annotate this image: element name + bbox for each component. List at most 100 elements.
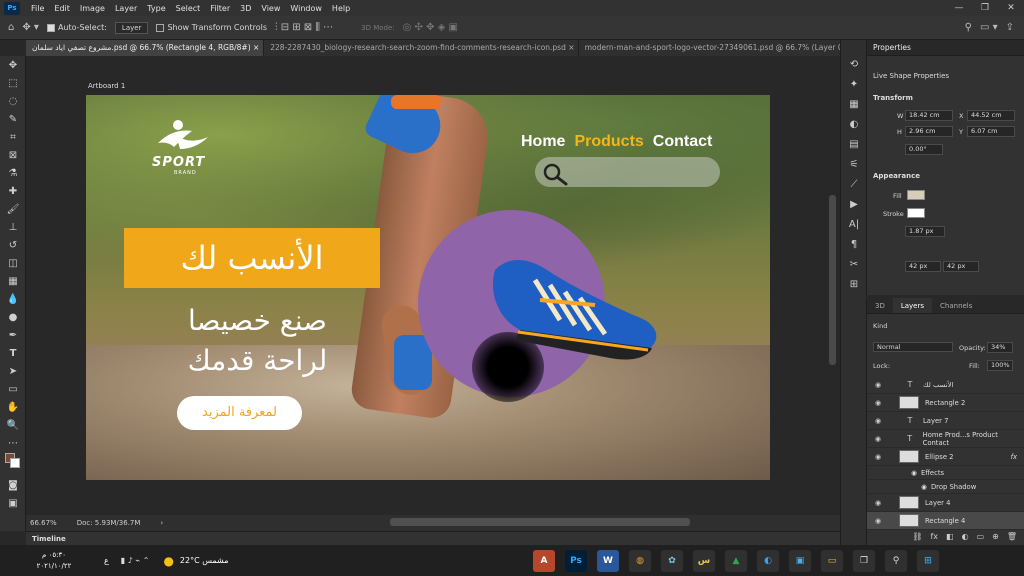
explorer-app-icon[interactable]: ▭ [821, 549, 843, 572]
transform-section[interactable]: Transform [867, 94, 913, 102]
paragraph-icon[interactable]: ¶ [841, 234, 867, 254]
type-tool-icon[interactable]: T [0, 344, 26, 362]
corner-radius-field-1[interactable]: 42 px [905, 261, 941, 272]
eyedropper-tool-icon[interactable]: ⚗ [0, 164, 26, 182]
home-icon[interactable]: ⌂ [8, 22, 14, 33]
crop-tool-icon[interactable]: ⌗ [0, 128, 26, 146]
group-icon[interactable]: ▭ [977, 532, 985, 545]
more-tools-icon[interactable]: ⋯ [0, 434, 26, 452]
horizontal-scrollbar[interactable] [390, 518, 690, 526]
character-icon[interactable]: A| [841, 214, 867, 234]
fx-menu-icon[interactable]: fx [930, 532, 938, 545]
maximize-button[interactable]: ❐ [972, 0, 998, 16]
clock[interactable]: ٠٥:٣٠ م ٢٠٢١/١٠/٢٢ [4, 550, 104, 572]
corner-radius-field-2[interactable]: 42 px [943, 261, 979, 272]
status-arrow-icon[interactable]: › [160, 519, 163, 527]
properties-title[interactable]: Properties [867, 40, 1024, 56]
edge-app-icon[interactable]: ◐ [757, 549, 779, 572]
nav-home[interactable]: Home [521, 133, 565, 151]
tab-document-3[interactable]: modern-man-and-sport-logo-vector-2734906… [578, 40, 864, 56]
stamp-tool-icon[interactable]: ⊥ [0, 218, 26, 236]
pen-tool-icon[interactable]: ✒ [0, 326, 26, 344]
opacity-field[interactable]: 34% [987, 342, 1013, 353]
doc-size[interactable]: Doc: 5.93M/36.7M [77, 519, 141, 527]
adjustment-icon[interactable]: ◐ [962, 532, 969, 545]
width-field[interactable]: 18.42 cm [905, 110, 953, 121]
menu-select[interactable]: Select [171, 4, 206, 13]
magnifier-icon[interactable] [540, 158, 570, 188]
lang-indicator[interactable]: ع [104, 556, 109, 565]
y-field[interactable]: 6.07 cm [967, 126, 1015, 137]
move-tool-icon[interactable]: ✥ ▾ [22, 22, 39, 33]
menu-edit[interactable]: Edit [49, 4, 75, 13]
layer-row[interactable]: ◉ Layer 4 [867, 494, 1024, 512]
zoom-level[interactable]: 66.67% [30, 519, 57, 527]
history-brush-icon[interactable]: ↺ [0, 236, 26, 254]
move-tool-icon[interactable]: ✥ [0, 56, 26, 74]
drive-app-icon[interactable]: ▲ [725, 549, 747, 572]
app-icon-6[interactable]: س [693, 549, 715, 572]
menu-3d[interactable]: 3D [235, 4, 256, 13]
appearance-section[interactable]: Appearance [867, 172, 920, 180]
align-icons[interactable]: ⫶ ⊟ ⊞ ⊠ ⫼ ⋯ [275, 22, 333, 33]
layer-row-selected[interactable]: ◉ Rectangle 4 [867, 512, 1024, 530]
workspace-icon[interactable]: ▭ ▾ [980, 22, 998, 33]
word-app-icon[interactable]: W [597, 549, 619, 572]
menu-layer[interactable]: Layer [110, 4, 142, 13]
tab-document-2[interactable]: 228-2287430_biology-research-search-zoom… [264, 40, 579, 56]
photoshop-app-icon[interactable]: Ps [565, 549, 587, 572]
auto-select-dropdown[interactable]: Layer [114, 21, 149, 34]
share-icon[interactable]: ⇪ [1006, 22, 1014, 33]
start-icon[interactable]: ⊞ [917, 549, 939, 572]
eye-icon[interactable]: ◉ [871, 417, 885, 425]
transform-controls-checkbox[interactable]: Show Transform Controls [156, 23, 267, 32]
height-field[interactable]: 2.96 cm [905, 126, 953, 137]
layer-row[interactable]: ◉ T الأنسب لك [867, 376, 1024, 394]
learn-more-button[interactable]: لمعرفة المزيد [177, 396, 302, 430]
eye-icon[interactable]: ◉ [871, 517, 885, 525]
brush-tool-icon[interactable]: 🖌 [0, 200, 26, 218]
lasso-tool-icon[interactable]: ◌ [0, 92, 26, 110]
nav-contact[interactable]: Contact [653, 133, 713, 151]
dodge-tool-icon[interactable]: ● [0, 308, 26, 326]
mask-icon[interactable]: ◧ [946, 532, 954, 545]
fx-icon[interactable]: fx [1011, 453, 1017, 461]
angle-field[interactable]: 0.00° [905, 144, 943, 155]
adjustments-icon[interactable]: ◐ [841, 114, 867, 134]
menu-help[interactable]: Help [327, 4, 355, 13]
chrome-app-icon[interactable]: ◍ [629, 549, 651, 572]
nav-products[interactable]: Products [574, 133, 643, 151]
auto-select-checkbox[interactable]: Auto-Select: [46, 23, 107, 32]
eye-icon[interactable]: ◉ [871, 453, 885, 461]
search-icon[interactable]: ⚲ [965, 22, 972, 33]
fill-swatch[interactable] [907, 190, 925, 200]
eraser-tool-icon[interactable]: ◫ [0, 254, 26, 272]
layer-row[interactable]: ◉ T Home Prod...s Product Contact [867, 430, 1024, 448]
filter-kind-dropdown[interactable]: Kind [873, 322, 887, 330]
menu-image[interactable]: Image [75, 4, 110, 13]
vertical-scrollbar[interactable] [829, 195, 836, 365]
brush-settings-icon[interactable]: ✦ [841, 74, 867, 94]
frame-tool-icon[interactable]: ⊠ [0, 146, 26, 164]
menu-window[interactable]: Window [285, 4, 327, 13]
x-field[interactable]: 44.52 cm [967, 110, 1015, 121]
stroke-width-field[interactable]: 1.87 px [905, 226, 945, 237]
zoom-tool-icon[interactable]: 🔍 [0, 416, 26, 434]
layer-row[interactable]: ◉ T Layer 7 [867, 412, 1024, 430]
channels-icon[interactable]: ⚟ [841, 154, 867, 174]
store-app-icon[interactable]: ▣ [789, 549, 811, 572]
healing-tool-icon[interactable]: ✚ [0, 182, 26, 200]
close-button[interactable]: ✕ [998, 0, 1024, 16]
app-icon-5[interactable]: ✿ [661, 549, 683, 572]
taskbar-search-icon[interactable]: ⚲ [885, 549, 907, 572]
tab-channels[interactable]: Channels [932, 298, 980, 313]
layer-row[interactable]: ◉ Ellipse 2 fx [867, 448, 1024, 466]
stroke-swatch[interactable] [907, 208, 925, 218]
paths-icon[interactable]: ⟋ [841, 174, 867, 194]
eye-icon[interactable]: ◉ [871, 499, 885, 507]
task-view-icon[interactable]: ❐ [853, 549, 875, 572]
quick-select-tool-icon[interactable]: ✎ [0, 110, 26, 128]
tab-3d[interactable]: 3D [867, 298, 893, 313]
eye-icon[interactable]: ◉ [921, 483, 927, 491]
drop-shadow-row[interactable]: ◉ Drop Shadow [867, 480, 1024, 494]
